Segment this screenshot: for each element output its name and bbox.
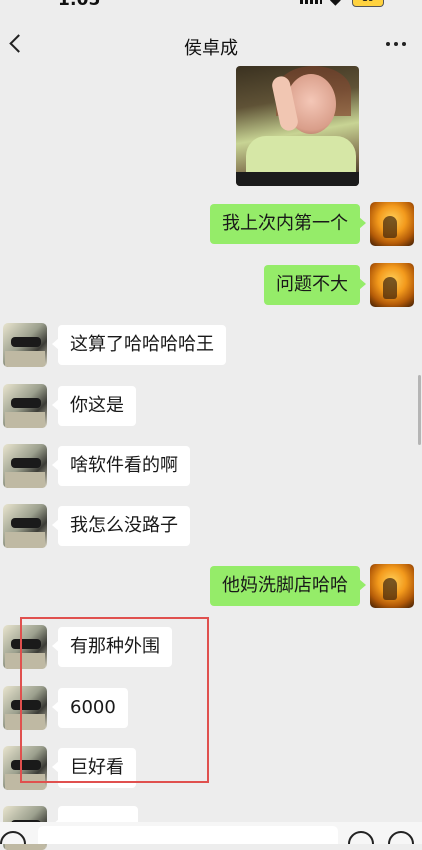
message-bubble-received[interactable]: 巨好看	[52, 748, 136, 788]
friend-avatar[interactable]	[3, 686, 47, 730]
battery-icon: 19	[352, 0, 384, 7]
my-avatar[interactable]	[370, 202, 414, 246]
plus-icon[interactable]	[388, 831, 414, 844]
message-bubble-received[interactable]: 啥软件看的啊	[52, 446, 190, 486]
message-bubble-received[interactable]: 我怎么没路子	[52, 506, 190, 546]
message-bubble-received[interactable]: 这算了哈哈哈哈王	[52, 325, 226, 365]
status-time: 1:05	[58, 0, 101, 10]
message-bubble-sent[interactable]: 他妈洗脚店哈哈	[210, 566, 366, 606]
shared-photo[interactable]	[236, 66, 359, 186]
chat-title: 侯卓成	[184, 38, 238, 59]
message-bubble-sent[interactable]: 问题不大	[264, 265, 366, 305]
message-bubble-sent[interactable]: 我上次内第一个	[210, 204, 366, 244]
chat-header: 侯卓成	[0, 18, 422, 72]
wifi-icon: ◆	[330, 0, 341, 8]
my-avatar[interactable]	[370, 564, 414, 608]
friend-avatar[interactable]	[3, 444, 47, 488]
friend-avatar[interactable]	[3, 625, 47, 669]
voice-icon[interactable]	[0, 831, 26, 844]
friend-avatar[interactable]	[3, 323, 47, 367]
message-bubble-received[interactable]: 有那种外围	[52, 627, 172, 667]
friend-avatar[interactable]	[3, 746, 47, 790]
input-bar	[0, 822, 422, 844]
friend-avatar[interactable]	[3, 504, 47, 548]
message-input[interactable]	[38, 826, 338, 844]
message-bubble-received[interactable]: 6000	[52, 688, 128, 728]
more-options-icon[interactable]	[384, 36, 408, 52]
signal-icon	[300, 0, 322, 4]
scrollbar[interactable]	[418, 375, 421, 445]
emoji-icon[interactable]	[348, 831, 374, 844]
my-avatar[interactable]	[370, 263, 414, 307]
friend-avatar[interactable]	[3, 384, 47, 428]
status-bar: 1:05 ◆ 19	[0, 0, 422, 14]
message-bubble-received[interactable]: 你这是	[52, 386, 136, 426]
